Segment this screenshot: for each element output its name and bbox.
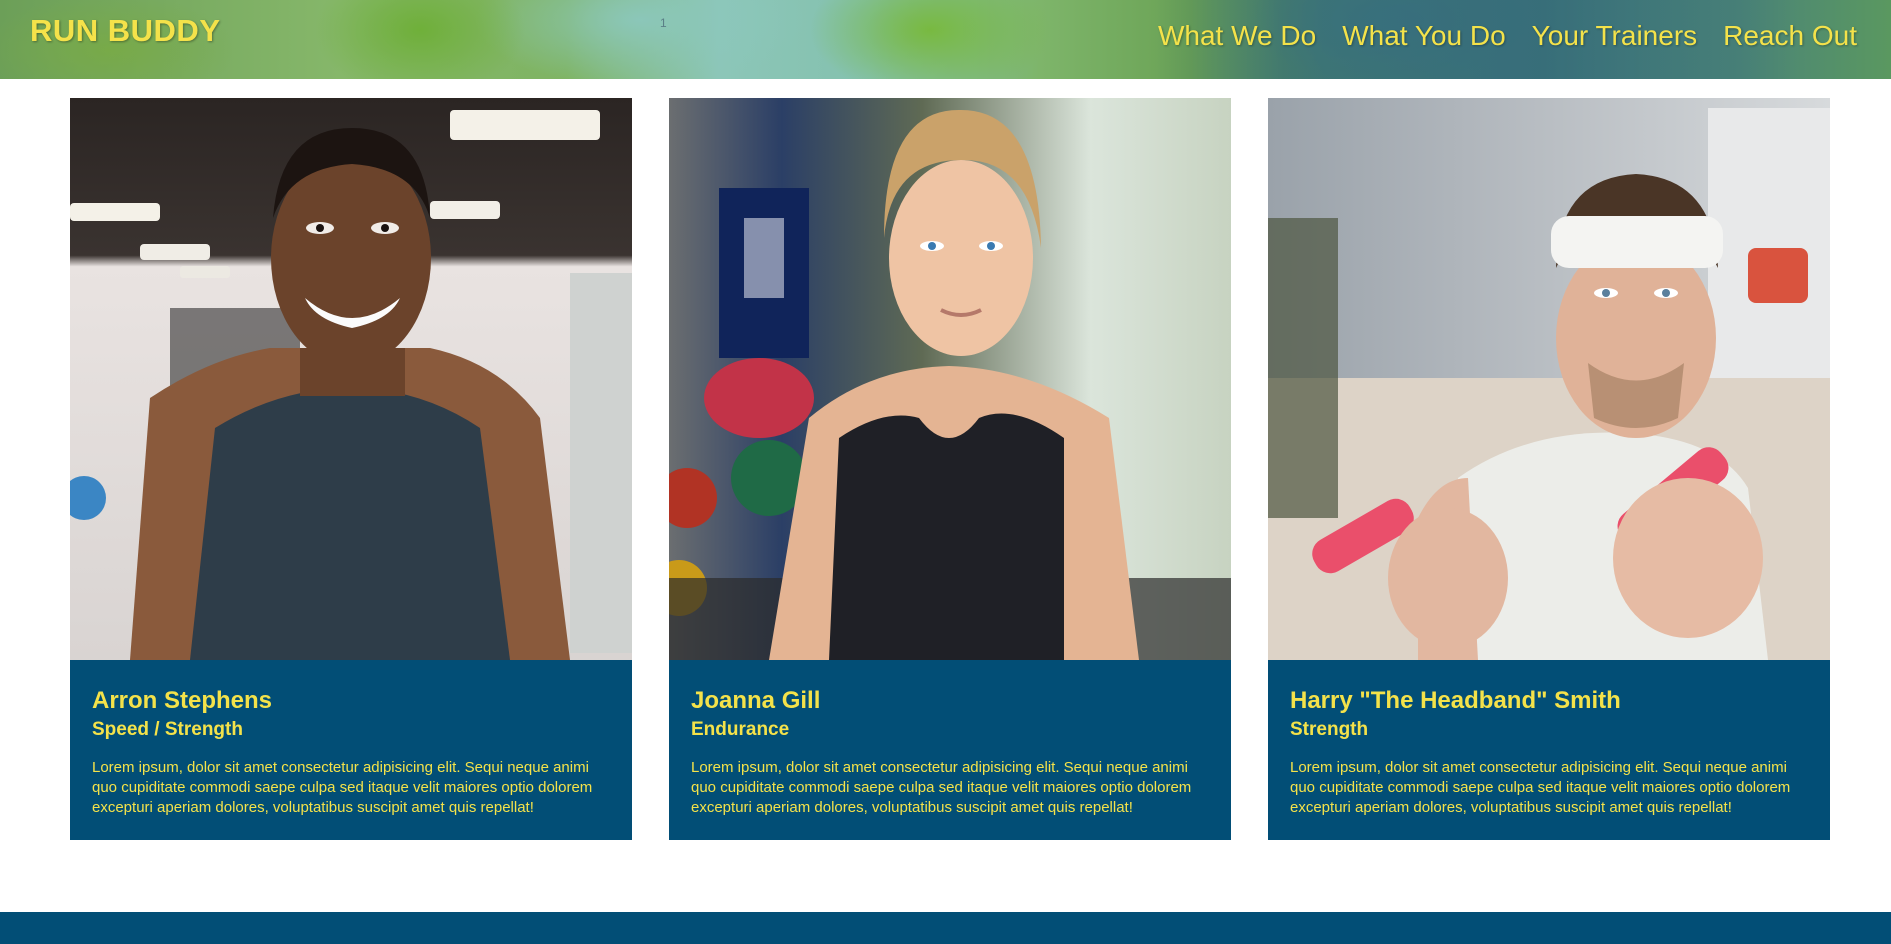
trainer-card: Arron Stephens Speed / Strength Lorem ip… bbox=[70, 98, 632, 840]
trainer-card-body: Joanna Gill Endurance Lorem ipsum, dolor… bbox=[669, 660, 1231, 818]
trainer-card-body: Harry "The Headband" Smith Strength Lore… bbox=[1268, 660, 1830, 818]
nav-link-your-trainers[interactable]: Your Trainers bbox=[1532, 20, 1698, 51]
trainer-photo-arron bbox=[70, 98, 632, 660]
nav-link-what-you-do[interactable]: What You Do bbox=[1342, 20, 1505, 51]
nav-item-your-trainers: Your Trainers bbox=[1532, 18, 1698, 54]
header-marker: 1 bbox=[660, 16, 667, 30]
trainer-photo bbox=[669, 98, 1231, 660]
nav-item-what-we-do: What We Do bbox=[1158, 18, 1316, 54]
nav-item-reach-out: Reach Out bbox=[1723, 18, 1857, 54]
trainer-specialty: Speed / Strength bbox=[92, 719, 243, 740]
trainer-card: Joanna Gill Endurance Lorem ipsum, dolor… bbox=[669, 98, 1231, 840]
brand-logo[interactable]: RUN BUDDY bbox=[30, 13, 221, 49]
trainer-photo bbox=[1268, 98, 1830, 660]
trainer-name: Joanna Gill bbox=[691, 687, 821, 714]
main-nav: What We Do What You Do Your Trainers Rea… bbox=[1158, 18, 1857, 54]
trainer-name: Arron Stephens bbox=[92, 687, 273, 714]
trainer-card: Harry "The Headband" Smith Strength Lore… bbox=[1268, 98, 1830, 840]
nav-link-reach-out[interactable]: Reach Out bbox=[1723, 20, 1857, 51]
site-header: RUN BUDDY 1 What We Do What You Do Your … bbox=[0, 0, 1891, 79]
trainer-bio: Lorem ipsum, dolor sit amet consectetur … bbox=[691, 759, 1192, 816]
trainer-photo-joanna bbox=[669, 98, 1231, 660]
trainer-bio: Lorem ipsum, dolor sit amet consectetur … bbox=[1290, 759, 1791, 816]
site-footer bbox=[0, 912, 1891, 944]
trainer-photo-harry bbox=[1268, 98, 1830, 660]
trainer-bio: Lorem ipsum, dolor sit amet consectetur … bbox=[92, 759, 593, 816]
trainer-name: Harry "The Headband" Smith bbox=[1290, 687, 1621, 714]
nav-item-what-you-do: What You Do bbox=[1342, 18, 1505, 54]
trainer-card-body: Arron Stephens Speed / Strength Lorem ip… bbox=[70, 660, 632, 818]
trainer-photo bbox=[70, 98, 632, 660]
trainer-specialty: Endurance bbox=[691, 719, 790, 740]
trainers-section: Arron Stephens Speed / Strength Lorem ip… bbox=[70, 98, 1830, 840]
nav-link-what-we-do[interactable]: What We Do bbox=[1158, 20, 1316, 51]
trainer-specialty: Strength bbox=[1290, 719, 1369, 740]
